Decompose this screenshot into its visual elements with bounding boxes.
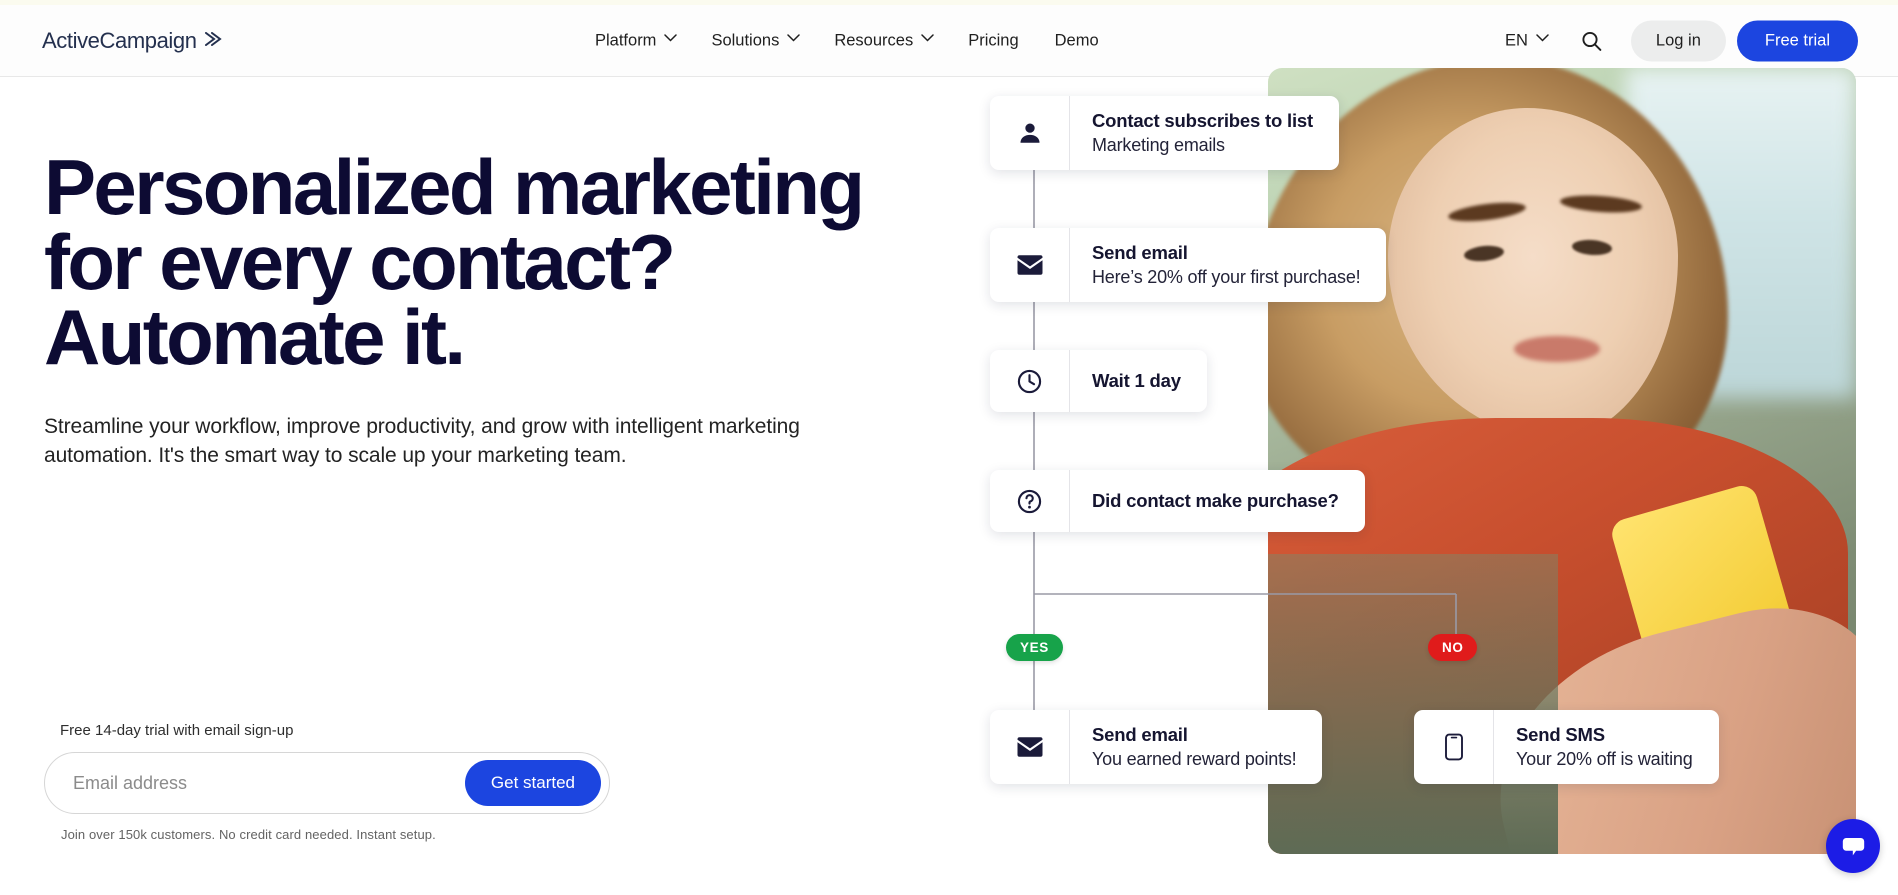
flow-node-wait-1-day[interactable]: Wait 1 day xyxy=(990,350,1207,412)
page-root: ActiveCampaign Platform Solutions Resour… xyxy=(0,0,1898,895)
branch-badge-no: NO xyxy=(1428,634,1478,661)
flow-node-subtitle: Your 20% off is waiting xyxy=(1516,749,1693,769)
flow-node-text: Contact subscribes to list Marketing ema… xyxy=(1070,96,1339,170)
clock-icon xyxy=(990,350,1070,412)
flow-node-title: Wait 1 day xyxy=(1092,370,1181,391)
chat-bubble-icon[interactable] xyxy=(1826,819,1880,873)
flow-node-contact-subscribes[interactable]: Contact subscribes to list Marketing ema… xyxy=(990,96,1339,170)
flow-node-text: Wait 1 day xyxy=(1070,350,1207,412)
flow-node-did-contact-purchase[interactable]: Did contact make purchase? xyxy=(990,470,1365,532)
flow-node-title: Did contact make purchase? xyxy=(1092,490,1339,511)
flow-node-title: Contact subscribes to list xyxy=(1092,110,1313,131)
flow-node-title: Send email xyxy=(1092,724,1188,745)
person-icon xyxy=(990,96,1070,170)
flow-node-send-sms[interactable]: Send SMS Your 20% off is waiting xyxy=(1414,710,1719,784)
question-icon xyxy=(990,470,1070,532)
flow-node-send-email-reward[interactable]: Send email You earned reward points! xyxy=(990,710,1323,784)
envelope-icon xyxy=(990,710,1070,784)
flow-node-text: Send email Here’s 20% off your first pur… xyxy=(1070,228,1386,302)
flow-node-subtitle: Here’s 20% off your first purchase! xyxy=(1092,267,1361,287)
flow-node-subtitle: You earned reward points! xyxy=(1092,749,1297,769)
branch-badge-yes: YES xyxy=(1006,634,1063,661)
flow-node-text: Did contact make purchase? xyxy=(1070,470,1365,532)
flow-node-title: Send email xyxy=(1092,242,1188,263)
envelope-icon xyxy=(990,228,1070,302)
flow-node-text: Send SMS Your 20% off is waiting xyxy=(1494,710,1719,784)
phone-icon xyxy=(1414,710,1494,784)
flow-node-send-email-welcome[interactable]: Send email Here’s 20% off your first pur… xyxy=(990,228,1387,302)
flow-node-text: Send email You earned reward points! xyxy=(1070,710,1322,784)
flow-node-title: Send SMS xyxy=(1516,724,1605,745)
flow-node-subtitle: Marketing emails xyxy=(1092,135,1225,155)
